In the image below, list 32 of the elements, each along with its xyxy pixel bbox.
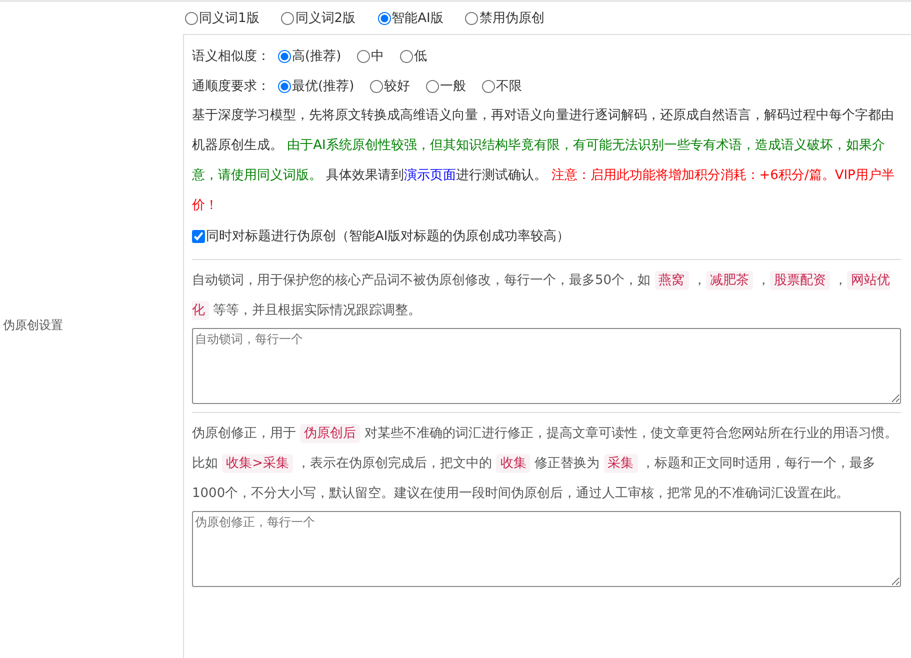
lock-words-field[interactable]: 自动锁词，每行一个 (192, 328, 901, 404)
radio-label[interactable]: 不限 (496, 77, 522, 95)
ai-description: 基于深度学习模型，先将原文转换成高维语义向量，再对语义向量进行逐词解码，还原成自然语言，解码过程中每个字都由机器原创生成。 由于AI系统原创性较强，但其知识结构毕竟有限，有可能无法识别一些专有术语，造成语义破坏，如果介意，请使用同义词版。 具体效果请到演示页面进行测试确认。 注意：启用此功能将增加积分消耗：+6积分/篇。VIP用户半价！ (192, 107, 896, 215)
radio-label[interactable]: 同义词2版 (295, 9, 356, 27)
checkbox-label[interactable]: 同时对标题进行伪原创（智能AI版对标题的伪原创成功率较高） (206, 227, 570, 245)
radio-button[interactable] (400, 50, 414, 62)
settings-label: 伪原创设置 (3, 316, 63, 334)
radio-button[interactable] (281, 12, 294, 24)
correction-description: 伪原创修正，用于 伪原创后 对某些不准确的词汇进行修正，提高文章可读性，使文章更符合您网站所在行业的用语习惯。比如 收集>采集 ，表示在伪原创完成后，把文中的 收集 修正替换为 采集 ，标题和正文同时适用，每行一个，最多1000个，不分大小写，默认留空。建议在使用一段时间伪原创后，通过人工审核，把常见的不准确词汇设置在此。 (192, 423, 898, 503)
radio-button[interactable] (278, 80, 291, 92)
similarity-label: 语义相似度： (192, 48, 270, 65)
radio-button[interactable] (278, 50, 291, 62)
radio-label[interactable]: 最优(推荐) (292, 77, 354, 95)
radio-button[interactable] (482, 80, 496, 92)
radio-label[interactable]: 高(推荐) (292, 47, 342, 65)
title-checkbox[interactable] (192, 230, 205, 242)
radio-label[interactable]: 智能AI版 (392, 9, 444, 27)
radio-button[interactable] (465, 12, 478, 24)
correction-field[interactable]: 伪原创修正，每行一个 (192, 511, 901, 587)
radio-button[interactable] (357, 50, 370, 62)
radio-label[interactable]: 一般 (440, 77, 466, 95)
radio-label[interactable]: 较好 (384, 77, 410, 95)
radio-label[interactable]: 中 (371, 47, 384, 65)
radio-button[interactable] (185, 12, 198, 24)
lock-words-description: 自动锁词，用于保护您的核心产品词不被伪原创修改，每行一个，最多50个，如 燕窝 ， 减肥茶 ， 股票配资 ， 网站优化 等等，并且根据实际情况跟踪调整。 (192, 270, 892, 322)
fluency-label: 通顺度要求： (192, 78, 270, 95)
radio-label[interactable]: 禁用伪原创 (479, 9, 544, 27)
radio-label[interactable]: 低 (414, 47, 428, 65)
radio-button[interactable] (370, 80, 384, 92)
radio-label[interactable]: 同义词1版 (199, 9, 260, 27)
radio-button[interactable] (426, 80, 440, 92)
radio-button[interactable] (378, 12, 391, 24)
